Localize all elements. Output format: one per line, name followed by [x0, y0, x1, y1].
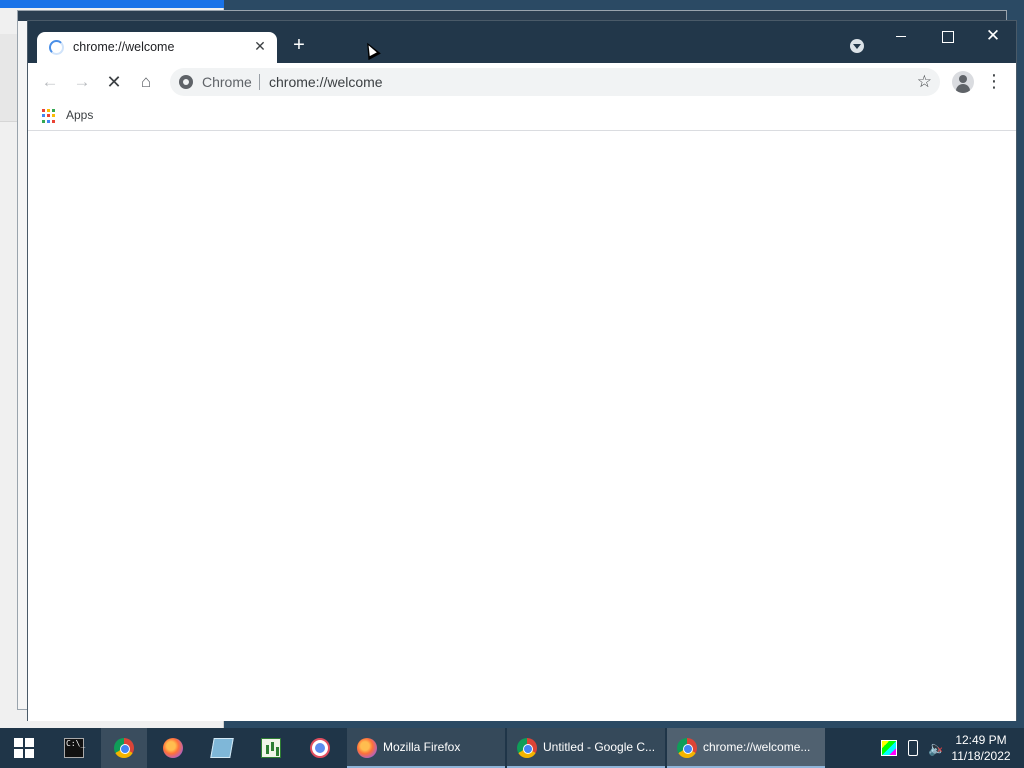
firefox-icon [357, 738, 377, 758]
bookmark-star-icon[interactable]: ☆ [917, 72, 932, 92]
apps-grid-dot [42, 109, 45, 112]
notepad-icon [210, 738, 234, 758]
task-label: chrome://welcome... [703, 740, 811, 754]
apps-grid-dot [52, 109, 55, 112]
apps-grid-dot [42, 114, 45, 118]
apps-grid-dot [47, 114, 50, 118]
apps-bookmark[interactable]: Apps [66, 108, 93, 122]
taskbar-task-firefox[interactable]: Mozilla Firefox [347, 728, 505, 768]
address-bar[interactable]: Chrome chrome://welcome ☆ [170, 68, 940, 96]
address-separator [259, 74, 260, 90]
color-tray-icon[interactable] [881, 740, 897, 756]
usb-tray-icon[interactable] [908, 740, 918, 756]
taskbar-pinned-chrome[interactable] [101, 728, 147, 768]
page-content[interactable] [28, 132, 1016, 721]
apps-grid-dot [47, 109, 50, 112]
title-bar[interactable]: chrome://welcome ✕ + ✕ [28, 21, 1016, 64]
stop-loading-button[interactable]: ✕ [103, 71, 125, 93]
spreadsheet-icon [261, 738, 281, 758]
tab-welcome[interactable]: chrome://welcome ✕ [37, 32, 277, 64]
chrome-icon [517, 738, 537, 758]
taskbar-task-chrome-untitled[interactable]: Untitled - Google C... [507, 728, 665, 768]
chrome-icon [114, 738, 134, 758]
chrome-window: chrome://welcome ✕ + ✕ ← → ✕ ⌂ Chrome ch… [27, 20, 1017, 721]
start-windows-icon[interactable] [14, 738, 34, 758]
taskbar-pinned-spreadsheet[interactable] [248, 728, 294, 768]
background-window-left-titlebar [0, 0, 224, 8]
apps-grid-dot [42, 119, 45, 123]
taskbar-pinned-command-prompt[interactable]: C:\_ [51, 728, 97, 768]
apps-grid-icon[interactable] [42, 109, 56, 123]
taskbar: C:\_ Mozilla Firefox Untitled - Google C… [0, 728, 1024, 768]
taskbar-task-chrome-welcome[interactable]: chrome://welcome... [667, 728, 825, 768]
tab-search-button[interactable] [850, 39, 864, 53]
loading-spinner-icon [49, 40, 64, 55]
firefox-icon [163, 738, 183, 758]
paint-icon [310, 738, 330, 758]
clock-time: 12:49 PM [955, 733, 1007, 747]
tab-title: chrome://welcome [73, 40, 175, 54]
chrome-site-icon[interactable] [179, 75, 193, 89]
maximize-button[interactable] [929, 25, 965, 47]
url-text[interactable]: chrome://welcome [269, 74, 383, 90]
taskbar-pinned-paint[interactable] [297, 728, 343, 768]
back-button[interactable]: ← [39, 71, 61, 93]
minimize-button[interactable] [883, 25, 919, 47]
forward-button[interactable]: → [71, 71, 93, 93]
chrome-menu-button[interactable]: ⋮ [984, 71, 1004, 93]
volume-muted-icon[interactable]: 🔈 [928, 740, 948, 759]
site-chip-label: Chrome [202, 74, 252, 90]
taskbar-pinned-notepad[interactable] [199, 728, 245, 768]
clock-date: 11/18/2022 [951, 749, 1011, 763]
new-tab-button[interactable]: + [287, 34, 311, 58]
apps-grid-dot [47, 119, 50, 123]
apps-grid-dot [52, 119, 55, 123]
browser-toolbar: ← → ✕ ⌂ Chrome chrome://welcome ☆ ⋮ [28, 63, 1016, 101]
profile-avatar-icon[interactable] [952, 71, 974, 93]
bookmarks-bar: Apps [28, 101, 1016, 131]
tab-close-button[interactable]: ✕ [251, 37, 269, 55]
task-label: Untitled - Google C... [543, 740, 656, 754]
apps-grid-dot [52, 114, 55, 118]
terminal-icon: C:\_ [64, 738, 85, 758]
chrome-icon [677, 738, 697, 758]
task-label: Mozilla Firefox [383, 740, 461, 754]
system-clock[interactable]: 12:49 PM 11/18/2022 [948, 732, 1014, 764]
window-close-button[interactable]: ✕ [975, 25, 1011, 47]
taskbar-pinned-firefox[interactable] [150, 728, 196, 768]
home-button[interactable]: ⌂ [135, 71, 157, 93]
